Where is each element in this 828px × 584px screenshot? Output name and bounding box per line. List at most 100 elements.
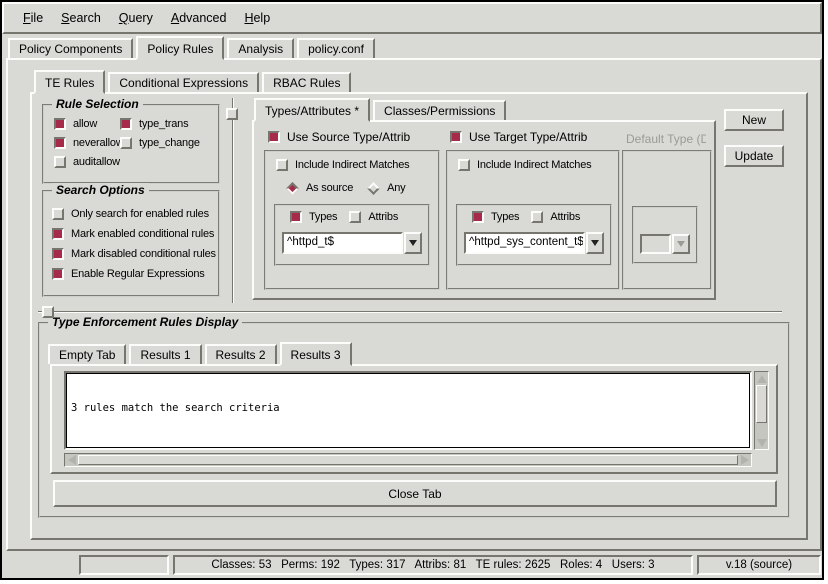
- tab-rbac-rules[interactable]: RBAC Rules: [262, 72, 351, 92]
- tab-label: TE Rules: [45, 76, 94, 90]
- checkbox-label: type_trans: [139, 118, 188, 130]
- checkbox-source-indirect[interactable]: Include Indirect Matches: [276, 159, 409, 171]
- combobox-dropdown-button: [672, 234, 690, 254]
- menu-label: ile: [31, 11, 44, 25]
- combobox-dropdown-button[interactable]: [404, 232, 422, 254]
- arrow-up-icon: [757, 375, 767, 383]
- checkbox-mark-disabled-conditional[interactable]: Mark disabled conditional rules: [52, 248, 218, 260]
- tab-label: Results 1: [140, 348, 190, 362]
- menu-help[interactable]: Help: [235, 7, 279, 29]
- checkbox-target-attribs[interactable]: Attribs: [531, 211, 580, 223]
- chevron-down-icon: [677, 241, 685, 247]
- checkbox-enable-regex[interactable]: Enable Regular Expressions: [52, 268, 218, 280]
- checkbox-indicator: [120, 137, 132, 149]
- target-type-combobox[interactable]: ^httpd_sys_content_t$: [464, 232, 604, 254]
- checkbox-source-attribs[interactable]: Attribs: [349, 211, 398, 223]
- tab-policy-conf[interactable]: policy.conf: [297, 38, 375, 58]
- tab-classes-permissions[interactable]: Classes/Permissions: [373, 100, 506, 120]
- horizontal-sash-handle[interactable]: [42, 306, 54, 318]
- checkbox-label: Attribs: [368, 211, 398, 223]
- search-options-group: Search Options Only search for enabled r…: [42, 190, 220, 297]
- update-button[interactable]: Update: [724, 145, 784, 167]
- radio-any[interactable]: Any: [367, 182, 405, 194]
- menu-query[interactable]: Query: [110, 7, 162, 29]
- menu-bar: File Search Query Advanced Help: [2, 2, 822, 34]
- new-button[interactable]: New: [724, 109, 784, 131]
- tab-policy-components[interactable]: Policy Components: [8, 38, 133, 58]
- rule-selection-group: Rule Selection allow type_trans neverall…: [42, 104, 220, 184]
- menu-file[interactable]: File: [14, 7, 52, 29]
- vertical-scrollbar[interactable]: [754, 371, 769, 450]
- status-stats-text: Classes: 53 Perms: 192 Types: 317 Attrib…: [211, 559, 654, 571]
- scroll-down-button[interactable]: [755, 436, 768, 449]
- button-label: New: [742, 113, 766, 127]
- horizontal-scrollbar[interactable]: [64, 453, 752, 467]
- source-radio-row: As source Any: [286, 182, 405, 194]
- checkbox-indicator: [276, 159, 288, 171]
- group-title: Type Enforcement Rules Display: [48, 315, 242, 329]
- menu-search[interactable]: Search: [52, 7, 110, 29]
- checkbox-label: Include Indirect Matches: [295, 159, 409, 171]
- checkbox-label: Only search for enabled rules: [71, 208, 209, 220]
- horizontal-sash-line: [38, 311, 782, 313]
- vertical-sash-handle[interactable]: [226, 108, 238, 120]
- checkbox-allow[interactable]: allow: [54, 118, 120, 130]
- results-text-area[interactable]: 3 rules match the search criteria (5822)…: [64, 371, 752, 450]
- tab-te-rules[interactable]: TE Rules: [34, 70, 105, 94]
- scroll-left-button[interactable]: [65, 454, 78, 466]
- close-tab-button[interactable]: Close Tab: [53, 480, 777, 507]
- status-spacer: [3, 555, 75, 575]
- status-empty-box: [79, 555, 169, 575]
- tab-types-attributes[interactable]: Types/Attributes *: [254, 98, 370, 122]
- tab-conditional-expressions[interactable]: Conditional Expressions: [108, 72, 259, 92]
- checkbox-target-indirect[interactable]: Include Indirect Matches: [458, 159, 591, 171]
- menu-label: uery: [129, 11, 153, 25]
- menu-label: S: [61, 11, 69, 25]
- menu-label: Q: [119, 11, 129, 25]
- te-rules-panel: Rule Selection allow type_trans neverall…: [30, 92, 808, 540]
- checkbox-mark-enabled-conditional[interactable]: Mark enabled conditional rules: [52, 228, 218, 240]
- vertical-scrollbar-thumb[interactable]: [756, 385, 767, 423]
- checkbox-neverallow[interactable]: neverallow: [54, 137, 120, 149]
- checkbox-indicator: [52, 248, 64, 260]
- checkbox-only-enabled-rules[interactable]: Only search for enabled rules: [52, 208, 218, 220]
- source-types-row: Types Attribs: [290, 211, 398, 223]
- te-rules-display-group: Type Enforcement Rules Display Empty Tab…: [38, 322, 790, 518]
- tab-analysis[interactable]: Analysis: [227, 38, 294, 58]
- combobox-dropdown-button[interactable]: [586, 232, 604, 254]
- tab-label: Results 2: [216, 348, 266, 362]
- target-criteria-frame: Include Indirect Matches Types Attribs ^…: [446, 150, 620, 290]
- tab-label: Types/Attributes *: [265, 104, 359, 118]
- checkbox-type-trans[interactable]: type_trans: [120, 118, 218, 130]
- checkbox-source-types[interactable]: Types: [290, 211, 337, 223]
- checkbox-indicator: [450, 131, 462, 143]
- status-version: v.18 (source): [697, 555, 821, 575]
- tab-results-2[interactable]: Results 2: [205, 344, 277, 364]
- scroll-right-button[interactable]: [738, 454, 751, 466]
- checkbox-use-source-type[interactable]: Use Source Type/Attrib: [268, 130, 410, 144]
- menu-advanced[interactable]: Advanced: [162, 7, 236, 29]
- search-options-list: Only search for enabled rules Mark enabl…: [44, 192, 218, 280]
- menu-label: earch: [70, 11, 101, 25]
- tab-label: policy.conf: [308, 42, 364, 56]
- radio-as-source[interactable]: As source: [286, 182, 353, 194]
- vertical-sash-line: [232, 98, 234, 303]
- checkbox-label: allow: [73, 118, 97, 130]
- tab-results-1[interactable]: Results 1: [129, 344, 201, 364]
- checkbox-label: Mark enabled conditional rules: [71, 228, 214, 240]
- checkbox-use-target-type[interactable]: Use Target Type/Attrib: [450, 130, 587, 144]
- source-type-combobox[interactable]: ^httpd_t$: [282, 232, 422, 254]
- checkbox-auditallow[interactable]: auditallow: [54, 156, 120, 168]
- checkbox-indicator: [458, 159, 470, 171]
- scroll-up-button[interactable]: [755, 372, 768, 385]
- radio-indicator: [367, 182, 380, 195]
- checkbox-target-types[interactable]: Types: [472, 211, 519, 223]
- scrollbar-trough[interactable]: [755, 423, 768, 436]
- checkbox-type-change[interactable]: type_change: [120, 137, 218, 149]
- tab-policy-rules[interactable]: Policy Rules: [136, 36, 224, 60]
- tab-empty-tab[interactable]: Empty Tab: [48, 344, 126, 364]
- horizontal-scrollbar-thumb[interactable]: [78, 455, 738, 465]
- arrow-down-icon: [757, 439, 767, 447]
- checkbox-label: Use Target Type/Attrib: [469, 130, 587, 144]
- tab-results-3[interactable]: Results 3: [280, 342, 352, 366]
